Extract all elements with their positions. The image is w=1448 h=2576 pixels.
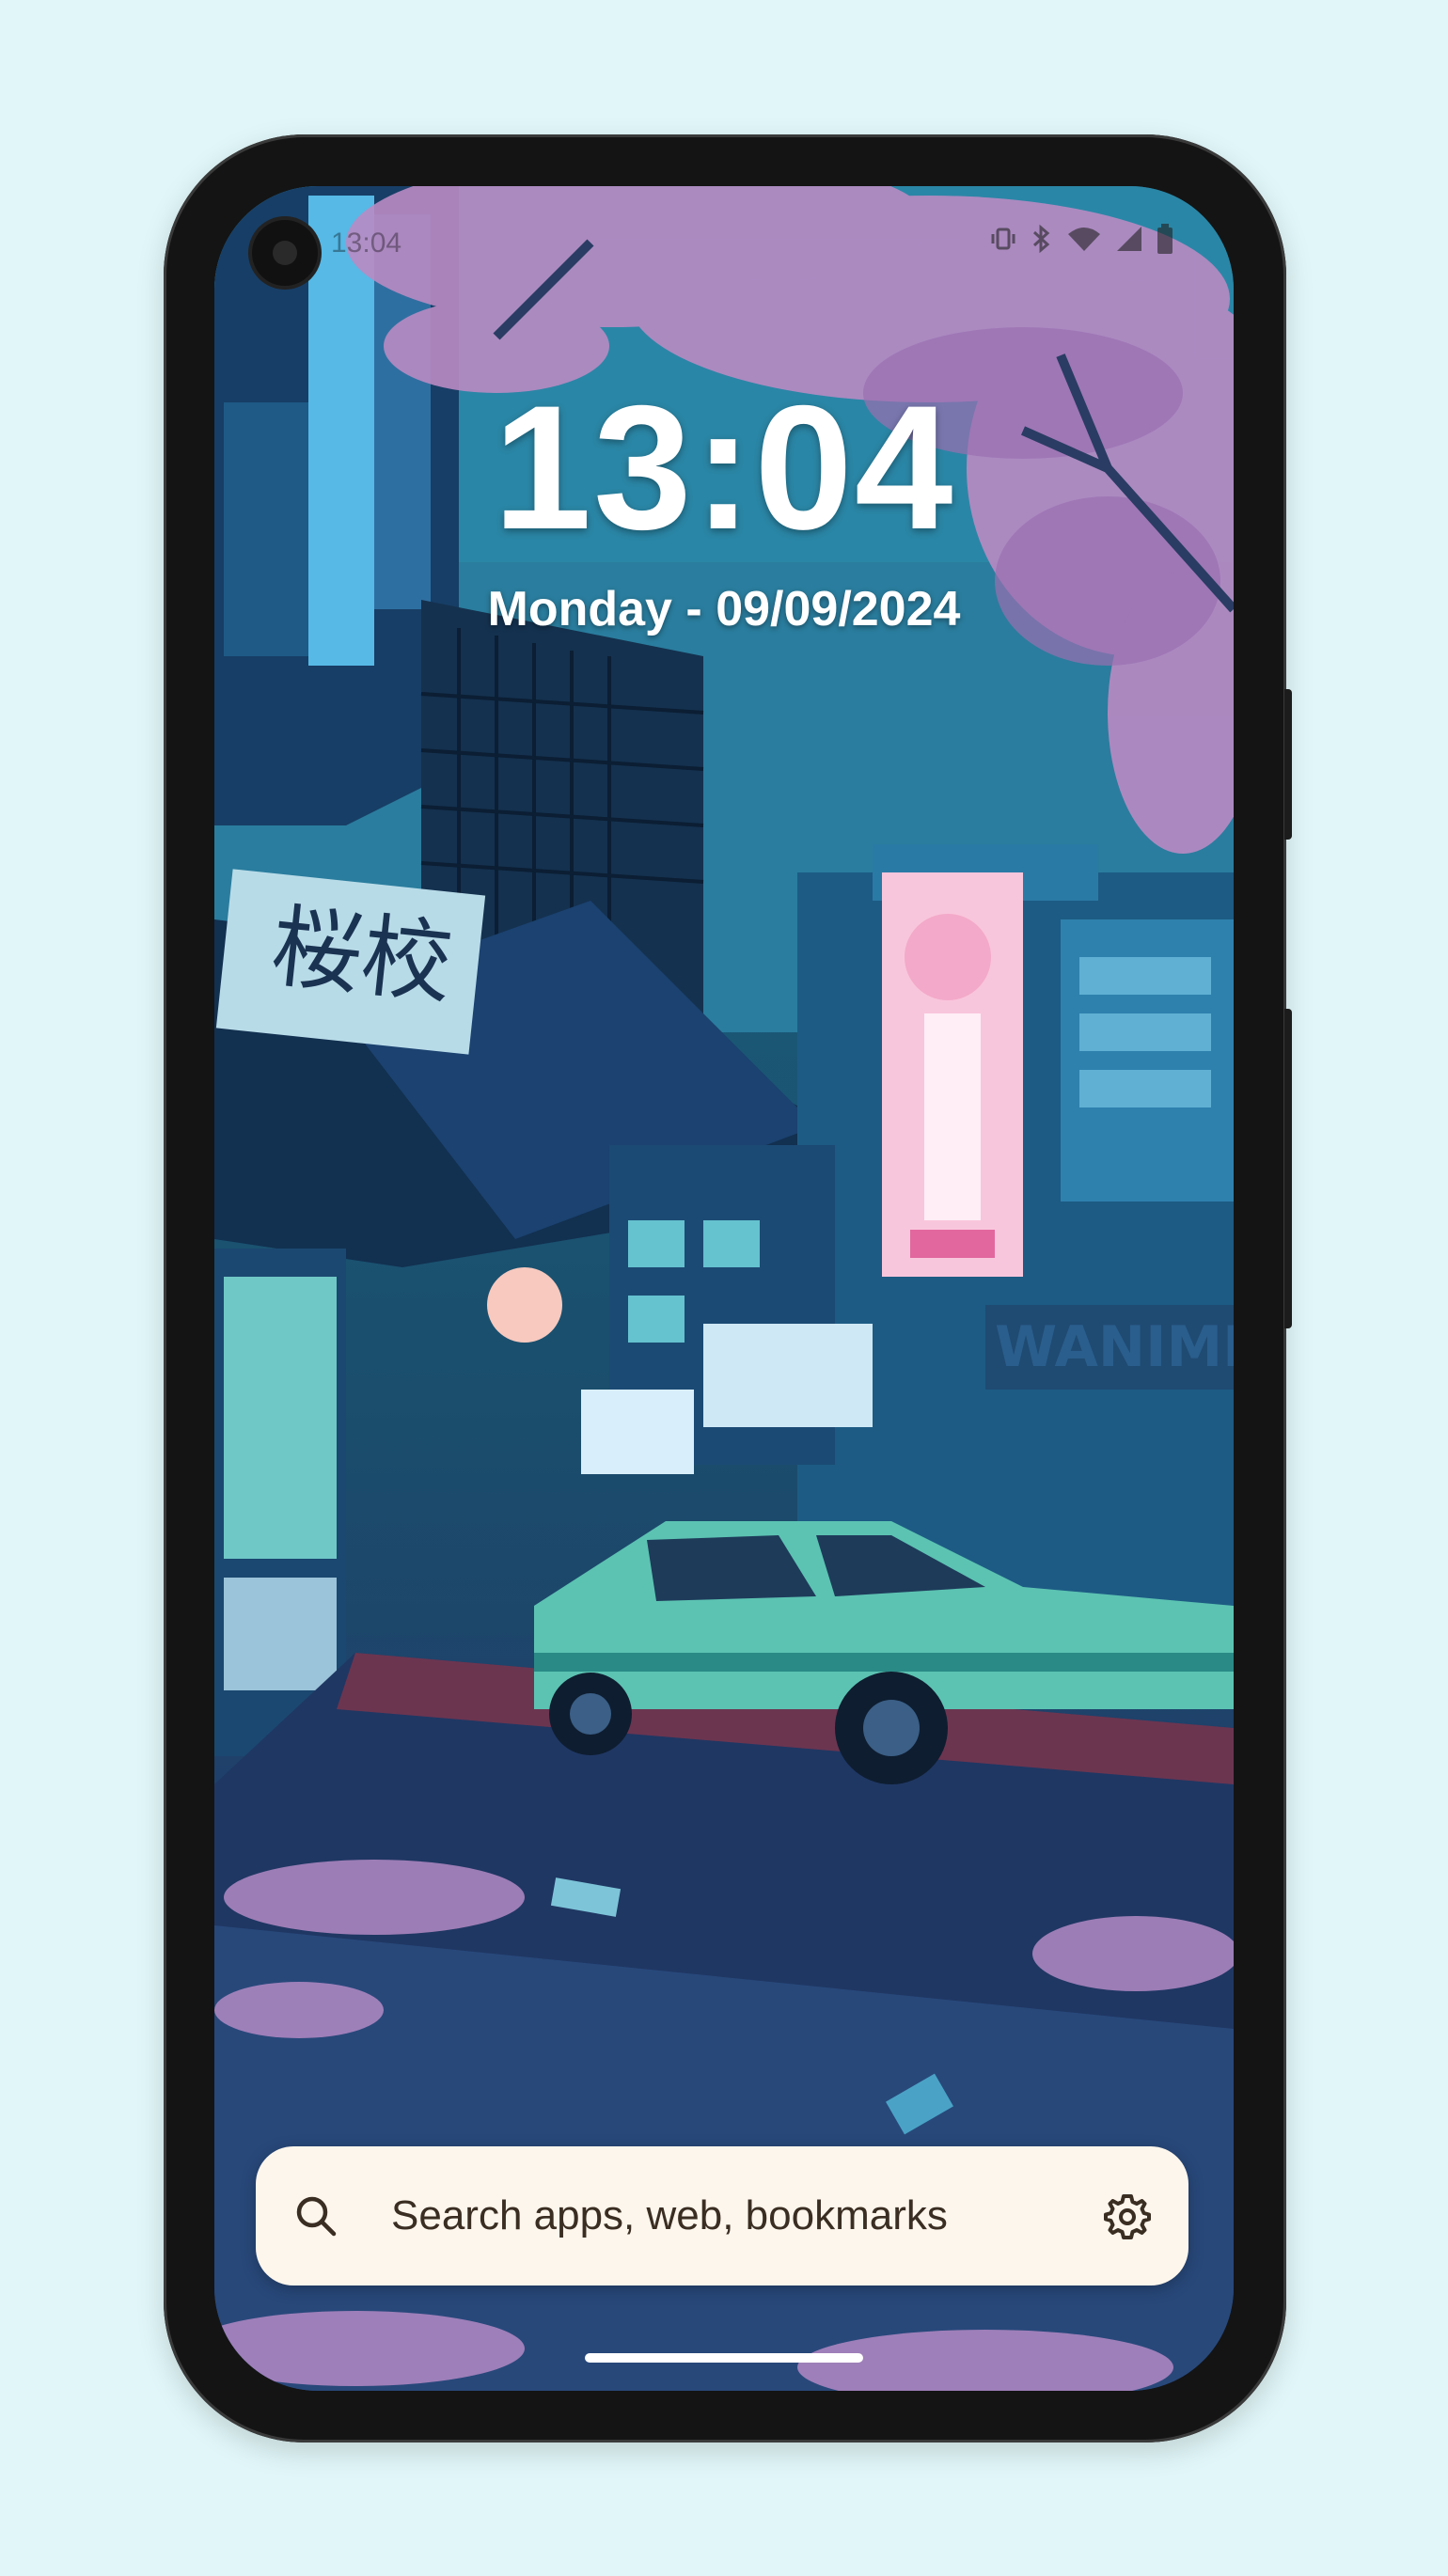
gesture-nav-handle[interactable] bbox=[585, 2353, 863, 2363]
volume-rocker bbox=[1284, 1009, 1292, 1328]
search-icon[interactable] bbox=[293, 2193, 338, 2238]
wifi-icon bbox=[1066, 225, 1102, 258]
battery-icon bbox=[1157, 224, 1173, 259]
svg-text:WANIME: WANIME bbox=[995, 1314, 1234, 1380]
search-input[interactable]: Search apps, web, bookmarks bbox=[391, 2193, 948, 2238]
lock-clock: 13:04 bbox=[493, 369, 955, 566]
lock-date: Monday - 09/09/2024 bbox=[487, 582, 961, 636]
power-button bbox=[1284, 689, 1292, 840]
phone-screen: 桜校 WANIM 13:04 13:04 Monday - 09/09/2024… bbox=[214, 186, 1234, 2391]
vibrate-icon bbox=[989, 225, 1017, 258]
status-icons bbox=[989, 224, 1173, 259]
status-time: 13:04 bbox=[331, 228, 402, 259]
signal-icon bbox=[1115, 225, 1143, 258]
page: 桜校 WANIM 13:04 13:04 Monday - 09/09/2024… bbox=[0, 0, 1448, 2576]
gear-icon[interactable] bbox=[1102, 2191, 1153, 2242]
front-camera bbox=[252, 220, 318, 286]
phone-frame: 桜校 WANIM 13:04 13:04 Monday - 09/09/2024… bbox=[164, 134, 1292, 2442]
status-bar: 13:04 bbox=[214, 186, 1234, 290]
bluetooth-icon bbox=[1031, 224, 1053, 259]
svg-text:桜校: 桜校 bbox=[266, 893, 457, 1016]
search-bar[interactable]: Search apps, web, bookmarks bbox=[256, 2146, 1188, 2285]
